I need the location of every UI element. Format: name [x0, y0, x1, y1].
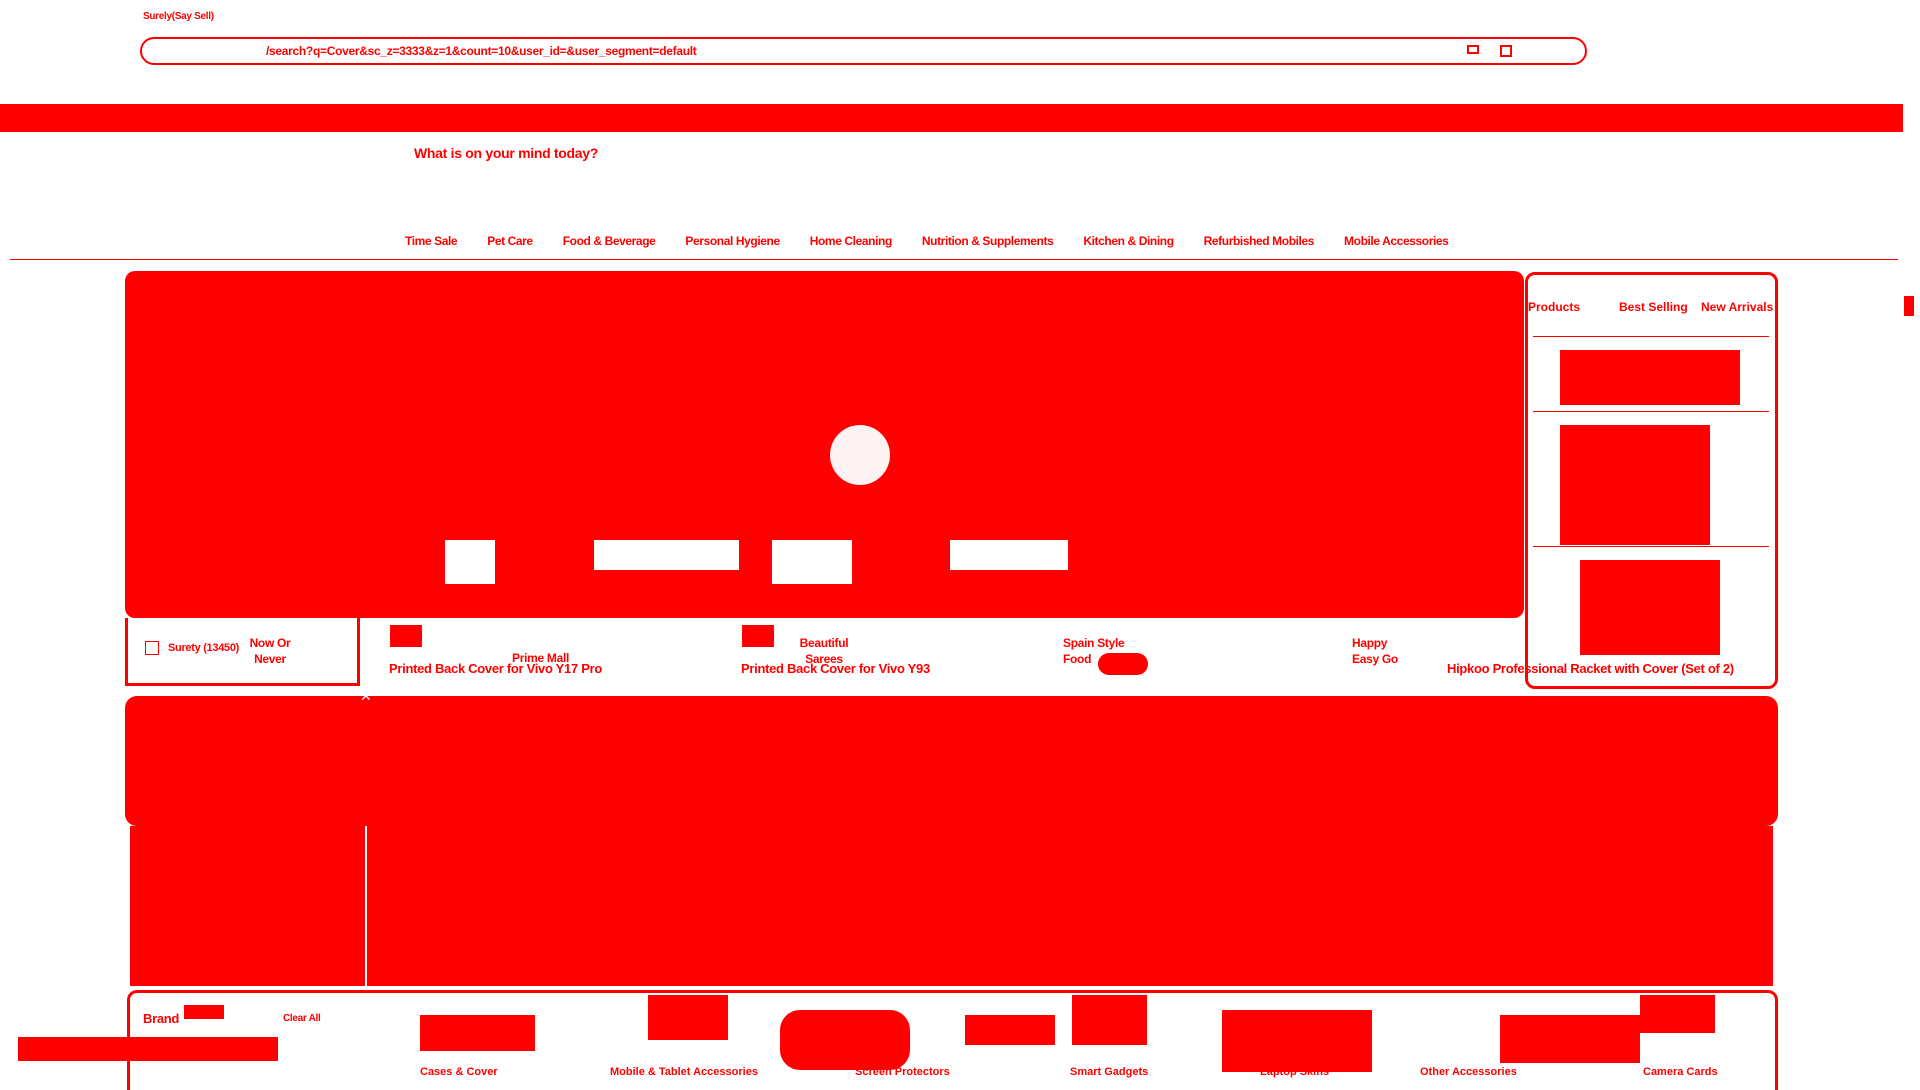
scroll-indicator[interactable]: [1904, 296, 1914, 316]
category-nutrition[interactable]: Nutrition & Supplements: [922, 234, 1054, 248]
hero-figure: [830, 425, 890, 485]
bottom-cat-mobile-tablet[interactable]: Mobile & Tablet Accessories: [610, 1066, 758, 1078]
search-input[interactable]: What is on your mind today?: [414, 145, 598, 161]
product-thumb-2[interactable]: [742, 625, 774, 647]
brand-filter-label: Brand: [143, 1011, 180, 1026]
bottom-cat-other-accessories[interactable]: Other Accessories: [1420, 1066, 1517, 1078]
side-item-image-2[interactable]: [1560, 425, 1710, 545]
filter-panel: [125, 618, 360, 686]
hero-promo-tile-3[interactable]: [772, 540, 852, 584]
side-panel-divider: [1533, 336, 1769, 337]
category-time-sale[interactable]: Time Sale: [405, 234, 458, 248]
brand-badge: [184, 1005, 224, 1019]
bottom-promo-7[interactable]: [1500, 1015, 1640, 1063]
seller-checkbox[interactable]: [145, 641, 159, 655]
tab-products[interactable]: Products: [1528, 300, 1580, 314]
bottom-cat-smart-gadgets[interactable]: Smart Gadgets: [1070, 1066, 1148, 1078]
bottom-promo-5[interactable]: [1072, 995, 1147, 1045]
bottom-left-bar: [18, 1037, 278, 1061]
side-item-image-1[interactable]: [1560, 350, 1740, 405]
nav-divider: [10, 259, 1898, 260]
offer-happy-easy-go[interactable]: Happy Easy Go: [1352, 635, 1412, 667]
tab-new-arrivals[interactable]: New Arrivals: [1701, 300, 1773, 314]
bottom-cat-cases-cover[interactable]: Cases & Cover: [420, 1066, 498, 1078]
bottom-promo-6[interactable]: [1222, 1010, 1372, 1072]
side-item-image-3[interactable]: [1580, 560, 1720, 655]
close-icon[interactable]: ✕: [360, 689, 372, 703]
category-home-cleaning[interactable]: Home Cleaning: [810, 234, 893, 248]
cast-icon[interactable]: [1467, 45, 1479, 54]
category-nav: Time Sale Pet Care Food & Beverage Perso…: [405, 234, 1449, 248]
category-refurbished-mobiles[interactable]: Refurbished Mobiles: [1204, 234, 1315, 248]
category-kitchen-dining[interactable]: Kitchen & Dining: [1083, 234, 1174, 248]
bottom-cat-camera-cards[interactable]: Camera Cards: [1643, 1066, 1718, 1078]
bottom-cat-laptop-skins[interactable]: Laptop Skins: [1260, 1066, 1329, 1078]
hero-promo-tile-1[interactable]: [445, 540, 495, 584]
tab-best-selling[interactable]: Best Selling: [1619, 300, 1688, 314]
category-personal-hygiene[interactable]: Personal Hygiene: [685, 234, 780, 248]
bottom-promo-4[interactable]: [965, 1015, 1055, 1045]
bottom-promo-3[interactable]: [780, 1010, 910, 1070]
bottom-promo-1[interactable]: [420, 1015, 535, 1051]
category-mobile-accessories[interactable]: Mobile Accessories: [1344, 234, 1449, 248]
offer-now-or-never[interactable]: Now Or Never: [247, 635, 293, 667]
hero-promo-tile-4[interactable]: [950, 540, 1068, 570]
side-panel-divider-2: [1533, 411, 1769, 412]
bottom-cat-screen-protectors[interactable]: Screen Protectors: [855, 1066, 950, 1078]
seller-option-label: Surety (13450): [168, 642, 240, 654]
product-badge: [1098, 653, 1148, 675]
banner-divider: [365, 826, 367, 986]
bottom-promo-2[interactable]: [648, 995, 728, 1040]
category-food-beverage[interactable]: Food & Beverage: [563, 234, 656, 248]
secondary-banner[interactable]: [125, 696, 1778, 826]
product-title-2[interactable]: Printed Back Cover for Vivo Y93: [741, 661, 930, 676]
side-panel-divider-3: [1533, 546, 1769, 547]
hero-promo-tile-2[interactable]: [594, 540, 739, 570]
top-banner-band: [0, 104, 1903, 132]
product-title-1[interactable]: Printed Back Cover for Vivo Y17 Pro: [389, 661, 602, 676]
browser-tab-title[interactable]: Surely(Say Sell): [143, 11, 214, 22]
tertiary-banner[interactable]: [130, 826, 1773, 986]
bottom-promo-8[interactable]: [1640, 995, 1715, 1033]
product-thumb-1[interactable]: [390, 625, 422, 647]
clear-all-link[interactable]: Clear All: [283, 1013, 321, 1024]
category-pet-care[interactable]: Pet Care: [487, 234, 533, 248]
url-text[interactable]: /search?q=Cover&sc_z=3333&z=1&count=10&u…: [266, 44, 697, 58]
qr-code-icon[interactable]: [1500, 45, 1512, 57]
